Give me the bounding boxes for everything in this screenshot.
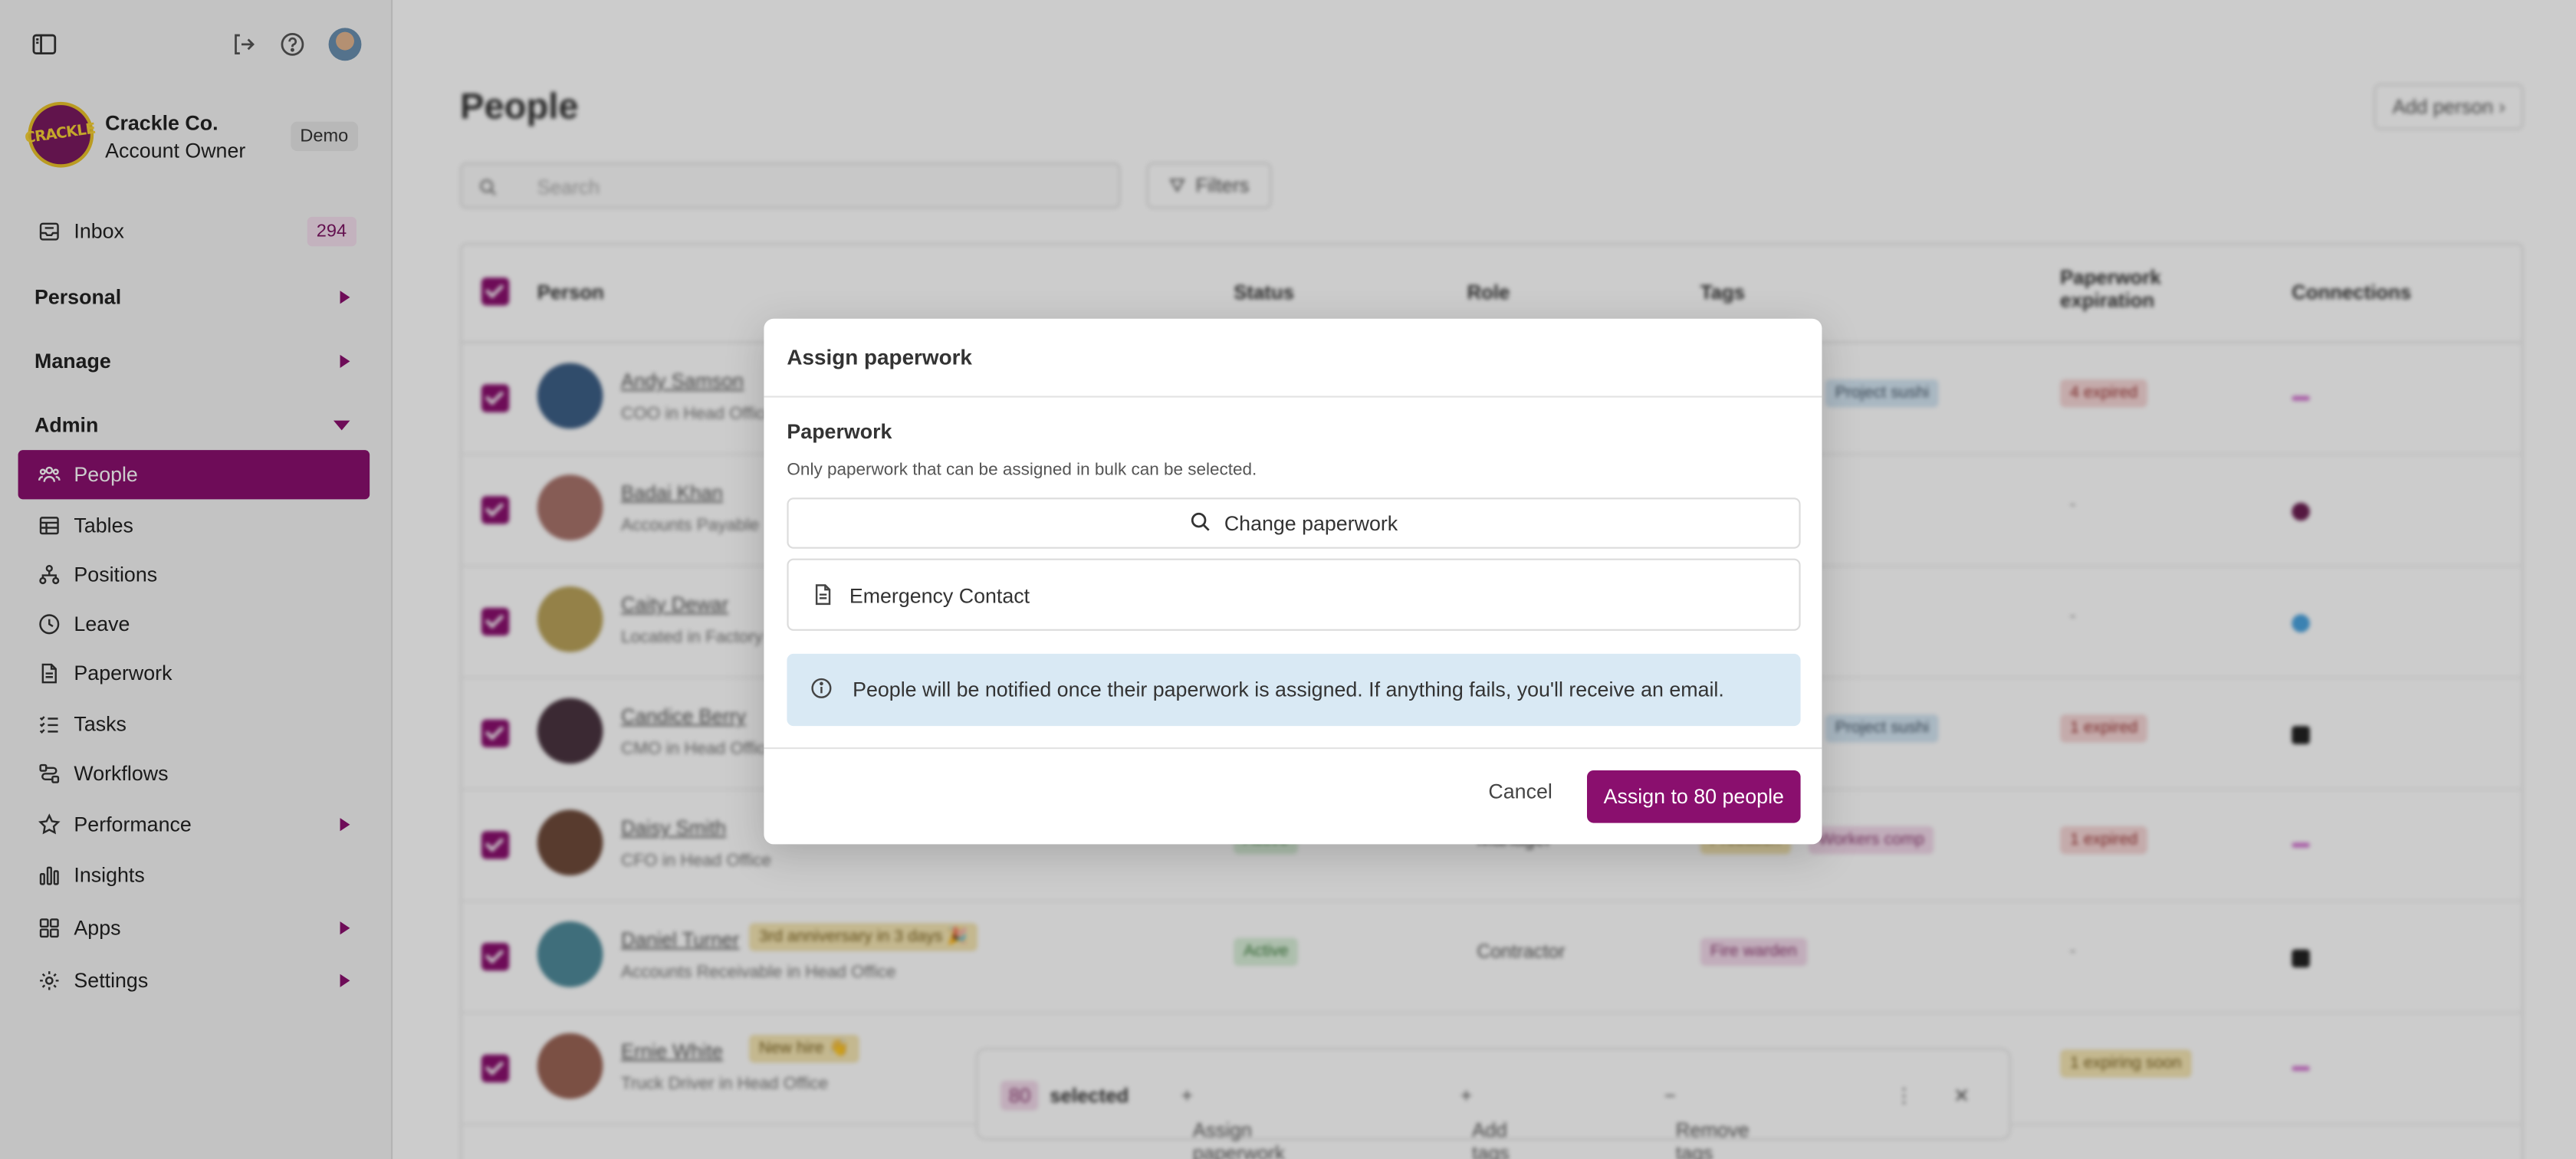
selected-paperwork-item: Emergency Contact — [787, 558, 1801, 631]
dialog-title: Assign paperwork — [787, 345, 972, 370]
paperwork-name: Emergency Contact — [849, 584, 1030, 608]
info-callout: People will be notified once their paper… — [787, 653, 1801, 727]
paperwork-help-text: Only paperwork that can be assigned in b… — [787, 460, 1257, 480]
paperwork-section-title: Paperwork — [787, 420, 892, 444]
change-paperwork-button[interactable]: Change paperwork — [787, 497, 1801, 549]
divider — [764, 396, 1822, 398]
assign-paperwork-dialog: Assign paperwork Paperwork Only paperwor… — [764, 318, 1822, 845]
divider — [764, 747, 1822, 750]
change-paperwork-label: Change paperwork — [1224, 511, 1398, 535]
info-text: People will be notified once their paper… — [853, 678, 1724, 701]
cancel-button[interactable]: Cancel — [1488, 780, 1552, 803]
info-icon — [810, 677, 833, 708]
document-icon — [812, 583, 835, 615]
search-icon — [1190, 510, 1211, 536]
app-root: CRACKLE Crackle Co. Account Owner Demo I… — [0, 0, 2576, 1159]
assign-button[interactable]: Assign to 80 people — [1587, 770, 1801, 823]
